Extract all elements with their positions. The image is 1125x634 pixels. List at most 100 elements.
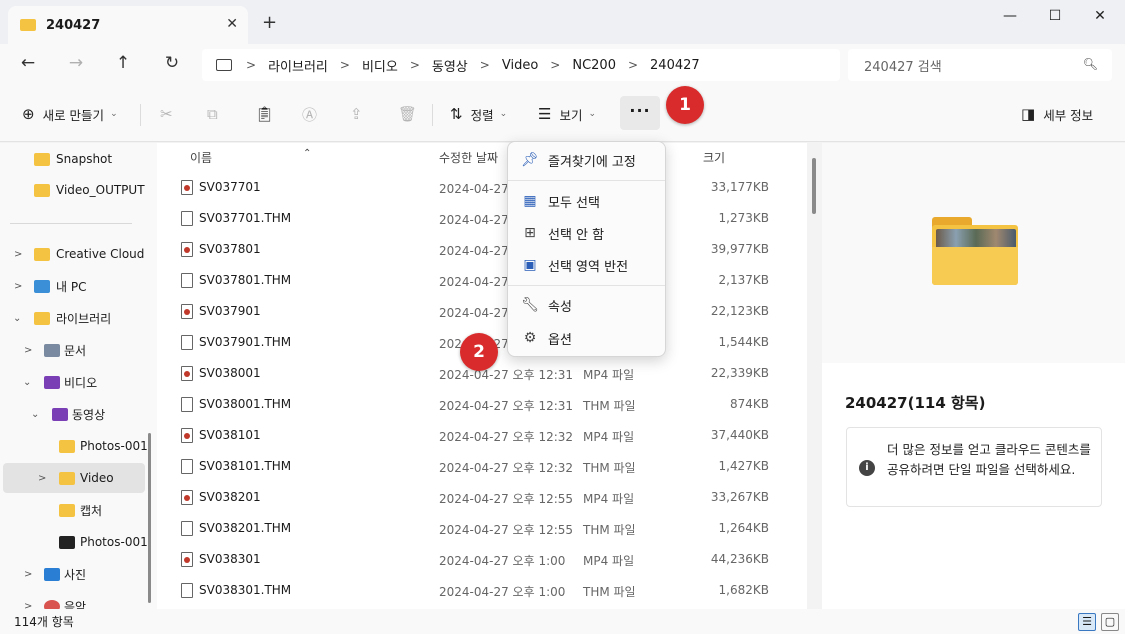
- menu-item-pin-to-quick-access[interactable]: 📌︎ 즐겨찾기에 고정: [512, 145, 663, 175]
- info-icon: i: [859, 460, 875, 476]
- table-row[interactable]: SV038301.THM 2024-04-27 오후 1:00 THM 파일 1,68…: [157, 575, 807, 606]
- chevron-down-icon[interactable]: ⌄: [23, 377, 31, 388]
- column-header-size[interactable]: 크기: [703, 143, 725, 171]
- chevron-down-icon: ⌄: [588, 109, 597, 119]
- cut-button[interactable]: ✂: [160, 100, 181, 128]
- file-name: SV038001: [199, 366, 261, 380]
- table-row[interactable]: SV038001.THM 2024-04-27 오후 12:31 THM 파일 874…: [157, 389, 807, 420]
- table-row[interactable]: SV038101.THM 2024-04-27 오후 12:32 THM 파일 1,4…: [157, 451, 807, 482]
- breadcrumb[interactable]: > 라이브러리 > 비디오 > 동영상 > Video > NC200 > 24…: [202, 49, 840, 81]
- clipboard-icon: 📋︎: [255, 105, 275, 123]
- sidebar-item-video[interactable]: > Video: [3, 463, 145, 493]
- crumb-video[interactable]: 비디오: [362, 56, 398, 75]
- details-info-box: i 더 많은 정보를 얻고 클라우드 콘텐츠를 공유하려면 단일 파일을 선택하…: [846, 427, 1102, 507]
- refresh-button[interactable]: ↻: [160, 53, 184, 77]
- delete-button[interactable]: 🗑︎: [398, 100, 425, 128]
- sidebar-item-video-output[interactable]: Video_OUTPUT: [0, 175, 150, 205]
- chevron-right-icon[interactable]: >: [24, 569, 32, 580]
- sidebar-item-documents[interactable]: > 문서: [0, 335, 150, 365]
- chevron-down-icon[interactable]: ⌄: [31, 409, 39, 420]
- zip-icon: [59, 535, 75, 549]
- file-name: SV037901.THM: [199, 335, 292, 349]
- menu-item-select-all[interactable]: ▦ 모두 선택: [512, 186, 663, 216]
- library-icon: [34, 311, 50, 325]
- sidebar-item-snapshot[interactable]: Snapshot: [0, 144, 150, 174]
- table-row[interactable]: SV0377012024-04-27 오후 12:31MP4 파일33,177K…: [157, 172, 807, 203]
- close-window-button[interactable]: ✕: [1085, 8, 1115, 28]
- menu-item-properties[interactable]: 🔧︎ 속성: [512, 290, 663, 320]
- sidebar-item-creative-cloud[interactable]: > Creative Cloud: [0, 239, 150, 269]
- file-list-scrollbar[interactable]: [812, 158, 816, 214]
- tiles-view-icon[interactable]: ▢: [1101, 613, 1119, 631]
- sidebar-item-label: 라이브러리: [56, 311, 112, 326]
- details-view-icon[interactable]: ☰: [1078, 613, 1096, 631]
- menu-item-invert-selection[interactable]: ▣ 선택 영역 반전: [512, 250, 663, 280]
- table-row[interactable]: SV0378012024-04-27 오후 12:31MP4 파일39,977K…: [157, 234, 807, 265]
- more-options-menu: 📌︎ 즐겨찾기에 고정 ▦ 모두 선택 ⊞ 선택 안 함 ▣ 선택 영역 반전 …: [507, 141, 666, 357]
- column-header-name[interactable]: 이름: [190, 143, 212, 171]
- sidebar-item-label: 비디오: [64, 375, 98, 390]
- table-row[interactable]: SV0379012024-04-27 오후 12:31MP4 파일22,123K…: [157, 296, 807, 327]
- chevron-right-icon[interactable]: >: [24, 345, 32, 356]
- search-placeholder: 240427 검색: [864, 59, 942, 75]
- table-row[interactable]: SV038201 2024-04-27 오후 12:55 MP4 파일 33,267K…: [157, 482, 807, 513]
- new-tab-button[interactable]: +: [262, 12, 277, 33]
- menu-item-options[interactable]: ⚙ 옵션: [512, 323, 663, 353]
- maximize-button[interactable]: ☐: [1040, 8, 1070, 28]
- column-header-date[interactable]: 수정한 날짜: [439, 143, 498, 171]
- details-label: 세부 정보: [1043, 107, 1094, 123]
- sidebar-item-videos[interactable]: ⌄ 비디오: [0, 367, 150, 397]
- sidebar-item-movies[interactable]: ⌄ 동영상: [0, 399, 150, 429]
- address-bar-row: ← → ↑ ↻ > 라이브러리 > 비디오 > 동영상 > Video > NC…: [0, 44, 1125, 86]
- table-row[interactable]: SV038301 2024-04-27 오후 1:00 MP4 파일 44,236KB: [157, 544, 807, 575]
- back-button[interactable]: ←: [16, 53, 40, 77]
- sidebar-item-pictures[interactable]: > 사진: [0, 559, 150, 589]
- table-row[interactable]: SV037701.THM2024-04-27 오후 12:31THM 파일1,2…: [157, 203, 807, 234]
- up-button[interactable]: ↑: [111, 53, 135, 77]
- table-row[interactable]: SV038201.THM 2024-04-27 오후 12:55 THM 파일 1,2…: [157, 513, 807, 544]
- file-size: 1,682KB: [718, 583, 769, 597]
- chevron-right-icon[interactable]: >: [14, 281, 22, 292]
- forward-button[interactable]: →: [64, 53, 88, 77]
- view-button[interactable]: ☰ 보기 ⌄: [538, 100, 596, 128]
- search-input[interactable]: 240427 검색 🔍︎: [848, 49, 1112, 81]
- sidebar-item-music[interactable]: > 음악: [0, 591, 150, 609]
- chevron-down-icon: ⌄: [110, 109, 118, 119]
- details-pane-icon: ◨: [1021, 105, 1036, 123]
- chevron-right-icon[interactable]: >: [24, 601, 32, 610]
- new-button[interactable]: ⊕ 새로 만들기 ⌄: [22, 100, 118, 128]
- table-row[interactable]: SV037801.THM2024-04-27 오후 12:31THM 파일2,1…: [157, 265, 807, 296]
- file-name: SV037701: [199, 180, 261, 194]
- share-button[interactable]: ⇪: [350, 100, 371, 128]
- crumb-movies[interactable]: 동영상: [432, 56, 468, 75]
- chevron-right-icon[interactable]: >: [14, 249, 22, 260]
- tab-close-icon[interactable]: ✕: [226, 16, 238, 32]
- sidebar-item-photos-001-zip[interactable]: Photos-001: [0, 527, 150, 557]
- paste-button[interactable]: 📋︎: [255, 100, 282, 128]
- title-bar: 240427 ✕ + — ☐ ✕: [0, 0, 1125, 44]
- chevron-right-icon[interactable]: >: [38, 473, 46, 484]
- tab-240427[interactable]: 240427 ✕: [8, 6, 248, 44]
- crumb-library[interactable]: 라이브러리: [268, 56, 328, 75]
- menu-item-select-none[interactable]: ⊞ 선택 안 함: [512, 218, 663, 248]
- sidebar-item-capture[interactable]: 캡처: [0, 495, 150, 525]
- chevron-down-icon[interactable]: ⌄: [13, 313, 21, 324]
- rename-button[interactable]: Ⓐ: [302, 100, 325, 128]
- minimize-button[interactable]: —: [995, 8, 1025, 28]
- table-row[interactable]: SV038101 2024-04-27 오후 12:32 MP4 파일 37,440K…: [157, 420, 807, 451]
- sidebar-item-photos-001[interactable]: Photos-001: [0, 431, 150, 461]
- crumb-240427[interactable]: 240427: [650, 58, 700, 73]
- details-pane-button[interactable]: ◨ 세부 정보: [1021, 100, 1093, 128]
- sidebar-scrollbar[interactable]: [148, 433, 151, 603]
- sidebar-item-library[interactable]: ⌄ 라이브러리: [0, 303, 150, 333]
- copy-button[interactable]: ⧉: [207, 100, 226, 128]
- more-options-button[interactable]: ···: [620, 96, 660, 130]
- crumb-video-folder[interactable]: Video: [502, 58, 538, 73]
- sort-icon: ⇅: [450, 105, 463, 123]
- crumb-nc200[interactable]: NC200: [572, 58, 616, 73]
- music-icon: [44, 599, 60, 609]
- sort-button[interactable]: ⇅ 정렬 ⌄: [450, 100, 507, 128]
- sidebar-item-this-pc[interactable]: > 내 PC: [0, 271, 150, 301]
- sidebar-item-label: Snapshot: [56, 152, 113, 166]
- rename-icon: Ⓐ: [302, 105, 318, 124]
